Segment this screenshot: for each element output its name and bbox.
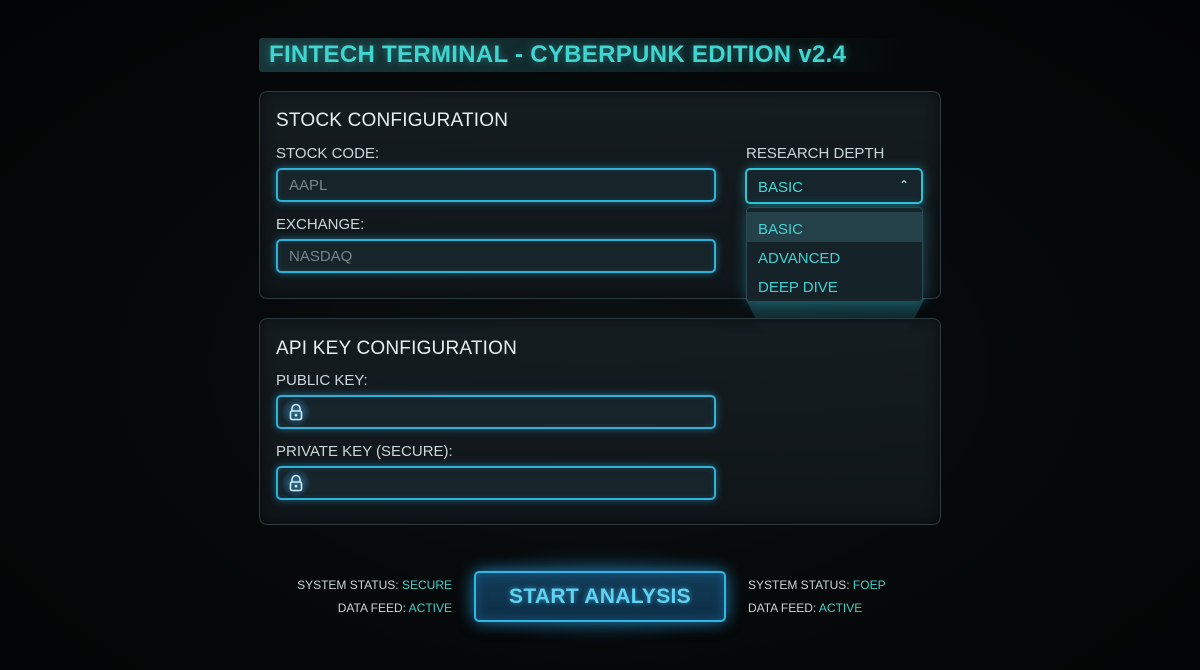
- public-key-label: PUBLIC KEY:: [276, 372, 368, 389]
- data-feed-right: DATA FEED: ACTIVE: [748, 601, 862, 615]
- api-panel-title: API KEY CONFIGURATION: [276, 338, 518, 359]
- system-status-label: SYSTEM STATUS:: [748, 578, 850, 592]
- terminal-screen: FINTECH TERMINAL - CYBERPUNK EDITION v2.…: [0, 0, 1200, 670]
- private-key-label: PRIVATE KEY (SECURE):: [276, 443, 453, 460]
- dropdown-option-basic[interactable]: BASIC: [747, 212, 922, 242]
- data-feed-value: ACTIVE: [818, 601, 863, 615]
- research-depth-select[interactable]: BASIC ⌃: [745, 168, 923, 204]
- research-depth-label: RESEARCH DEPTH: [746, 145, 885, 162]
- system-status-value: FOEP: [852, 578, 886, 592]
- system-status-left: SYSTEM STATUS: SECURE: [252, 578, 452, 592]
- lock-icon: [282, 469, 310, 497]
- data-feed-left: DATA FEED: ACTIVE: [252, 601, 452, 615]
- start-analysis-button[interactable]: START ANALYSIS: [474, 571, 726, 622]
- page-title: FINTECH TERMINAL - CYBERPUNK EDITION v2.…: [269, 41, 847, 68]
- private-key-input[interactable]: [276, 466, 716, 500]
- stock-panel-title: STOCK CONFIGURATION: [276, 110, 509, 131]
- system-status-label: SYSTEM STATUS:: [297, 578, 399, 592]
- research-depth-selected-value: BASIC: [758, 179, 804, 196]
- stock-code-label: STOCK CODE:: [276, 145, 380, 162]
- data-feed-value: ACTIVE: [408, 601, 452, 615]
- system-status-right: SYSTEM STATUS: FOEP: [748, 578, 886, 592]
- exchange-label: EXCHANGE:: [276, 216, 365, 233]
- chevron-up-icon: ⌃: [898, 178, 909, 192]
- dropdown-option-deep-dive[interactable]: DEEP DIVE: [747, 270, 922, 300]
- research-depth-dropdown: BASIC ADVANCED DEEP DIVE: [746, 207, 923, 302]
- exchange-input[interactable]: [276, 239, 716, 273]
- lock-icon: [282, 398, 310, 426]
- data-feed-label: DATA FEED:: [337, 601, 406, 615]
- dropdown-option-advanced[interactable]: ADVANCED: [747, 241, 922, 271]
- stock-code-input[interactable]: [276, 168, 716, 202]
- public-key-input[interactable]: [276, 395, 716, 429]
- data-feed-label: DATA FEED:: [748, 601, 817, 615]
- system-status-value: SECURE: [401, 578, 452, 592]
